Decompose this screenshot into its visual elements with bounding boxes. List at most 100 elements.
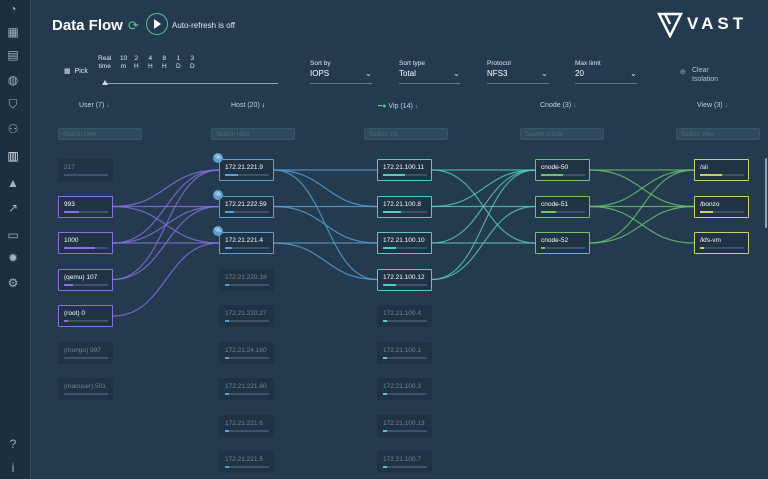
- vip-node[interactable]: 172.21.100.8: [377, 195, 432, 218]
- node-usage-bar: [700, 247, 744, 249]
- grid-icon[interactable]: ▦: [6, 25, 20, 39]
- node-usage-bar: [225, 174, 269, 176]
- host-node[interactable]: 172.21.222.59: [219, 195, 274, 218]
- info-icon[interactable]: i: [6, 461, 20, 475]
- vip-node[interactable]: 172.21.100.12: [377, 268, 432, 291]
- node-usage-bar: [383, 356, 427, 359]
- view-node[interactable]: /sli: [694, 159, 749, 181]
- host-node[interactable]: 172.21.221.5: [219, 451, 274, 473]
- node-label: cnode-50: [541, 164, 569, 171]
- files-icon[interactable]: ▤: [6, 48, 20, 62]
- node-usage-bar: [383, 247, 427, 249]
- storage-icon[interactable]: ▭: [6, 228, 20, 242]
- vip-node[interactable]: 172.21.100.1: [377, 341, 432, 364]
- host-node[interactable]: 172.21.220.18: [219, 268, 274, 291]
- user-node[interactable]: 217: [58, 159, 113, 181]
- node-label: 172.21.100.8: [383, 200, 421, 208]
- user-node[interactable]: (macuser) 501: [58, 378, 113, 400]
- sidebar: ◔ ▦ ▤ ◍ ⛉ ⚇ ▥ ▲ ↗ ▭ ✹ ⚙? i: [0, 0, 31, 479]
- node-usage-bar: [225, 356, 269, 359]
- node-usage-bar: [225, 466, 269, 468]
- host-node[interactable]: 172.21.24.160: [219, 341, 274, 364]
- node-usage-bar: [383, 320, 427, 322]
- shield-icon[interactable]: ⛉: [6, 97, 20, 111]
- flow-link: [431, 169, 536, 208]
- node-label: (macuser) 501: [64, 383, 106, 390]
- host-node[interactable]: 172.21.220.27: [219, 305, 274, 327]
- flow-link: [112, 242, 220, 317]
- node-label: 172.21.220.27: [225, 310, 267, 317]
- node-usage-bar: [225, 320, 269, 322]
- host-node[interactable]: 172.21.221.60: [219, 378, 274, 400]
- scrollbar[interactable]: [765, 158, 767, 228]
- node-label: 172.21.221.4: [225, 237, 263, 244]
- node-usage-bar: [64, 356, 108, 359]
- node-label: (mungo) 997: [64, 346, 101, 354]
- node-usage-bar: [64, 174, 108, 176]
- node-usage-bar: [700, 174, 744, 176]
- user-node[interactable]: (mungo) 997: [58, 341, 113, 364]
- view-node[interactable]: /bonzo: [694, 195, 749, 218]
- node-label: cnode-51: [541, 200, 569, 208]
- node-usage-bar: [225, 247, 269, 249]
- cnode-node[interactable]: cnode-50: [535, 159, 590, 181]
- analytics-icon[interactable]: ▥: [6, 149, 20, 163]
- node-label: 172.21.220.18: [225, 273, 267, 281]
- node-label: /kfs-vm: [700, 237, 721, 244]
- node-label: 172.21.100.1: [383, 346, 421, 354]
- vip-node[interactable]: 172.21.100.13: [377, 414, 432, 437]
- alert-icon[interactable]: ▲: [6, 176, 20, 190]
- host-node[interactable]: 172.21.221.4: [219, 232, 274, 254]
- node-usage-bar: [541, 247, 585, 249]
- node-label: 172.21.100.7: [383, 456, 421, 463]
- vip-node[interactable]: 172.21.100.7: [377, 451, 432, 473]
- node-usage-bar: [64, 210, 108, 213]
- node-label: 172.21.100.13: [383, 419, 425, 427]
- trend-icon[interactable]: ↗: [6, 201, 20, 215]
- user-node[interactable]: (qemu) 107: [58, 268, 113, 291]
- node-usage-bar: [64, 247, 108, 249]
- flow-link: [112, 169, 220, 281]
- help-icon[interactable]: ?: [6, 437, 20, 451]
- globe-icon[interactable]: ◍: [6, 73, 20, 87]
- percent-badge-icon[interactable]: %: [213, 153, 223, 163]
- node-usage-bar: [383, 174, 427, 176]
- node-label: 172.21.100.12: [383, 273, 425, 281]
- flow-link: [589, 205, 695, 244]
- host-node[interactable]: 172.21.221.6: [219, 414, 274, 437]
- node-label: 172.21.100.10: [383, 237, 425, 244]
- vip-node[interactable]: 172.21.100.10: [377, 232, 432, 254]
- node-usage-bar: [225, 429, 269, 432]
- vip-node[interactable]: 172.21.100.11: [377, 159, 432, 181]
- node-label: /bonzo: [700, 200, 720, 208]
- host-node[interactable]: 172.21.221.9: [219, 159, 274, 181]
- user-node[interactable]: (root) 0: [58, 305, 113, 327]
- users-icon[interactable]: ⚇: [6, 122, 20, 136]
- settings-icon[interactable]: ✹: [6, 251, 20, 265]
- node-label: cnode-52: [541, 237, 569, 244]
- vip-node[interactable]: 172.21.100.4: [377, 305, 432, 327]
- flow-link: [589, 169, 695, 208]
- percent-badge-icon[interactable]: %: [213, 189, 223, 200]
- percent-badge-icon[interactable]: %: [213, 226, 223, 236]
- user-node[interactable]: 993: [58, 195, 113, 218]
- node-label: (root) 0: [64, 310, 85, 317]
- node-label: 172.21.221.5: [225, 456, 263, 463]
- vip-node[interactable]: 172.21.100.3: [377, 378, 432, 400]
- user-settings-icon[interactable]: ⚙: [6, 276, 20, 290]
- flow-link: [273, 169, 378, 281]
- user-node[interactable]: 1000: [58, 232, 113, 254]
- node-usage-bar: [541, 210, 585, 213]
- node-usage-bar: [225, 210, 269, 213]
- node-usage-bar: [383, 466, 427, 468]
- cnode-node[interactable]: cnode-52: [535, 232, 590, 254]
- cnode-node[interactable]: cnode-51: [535, 195, 590, 218]
- node-label: 172.21.221.60: [225, 383, 267, 390]
- node-usage-bar: [383, 283, 427, 286]
- node-usage-bar: [64, 283, 108, 286]
- node-label: 172.21.24.160: [225, 346, 267, 354]
- dashboard-icon[interactable]: ◔: [6, 2, 20, 16]
- node-label: (qemu) 107: [64, 273, 98, 281]
- flow-link: [431, 169, 536, 281]
- view-node[interactable]: /kfs-vm: [694, 232, 749, 254]
